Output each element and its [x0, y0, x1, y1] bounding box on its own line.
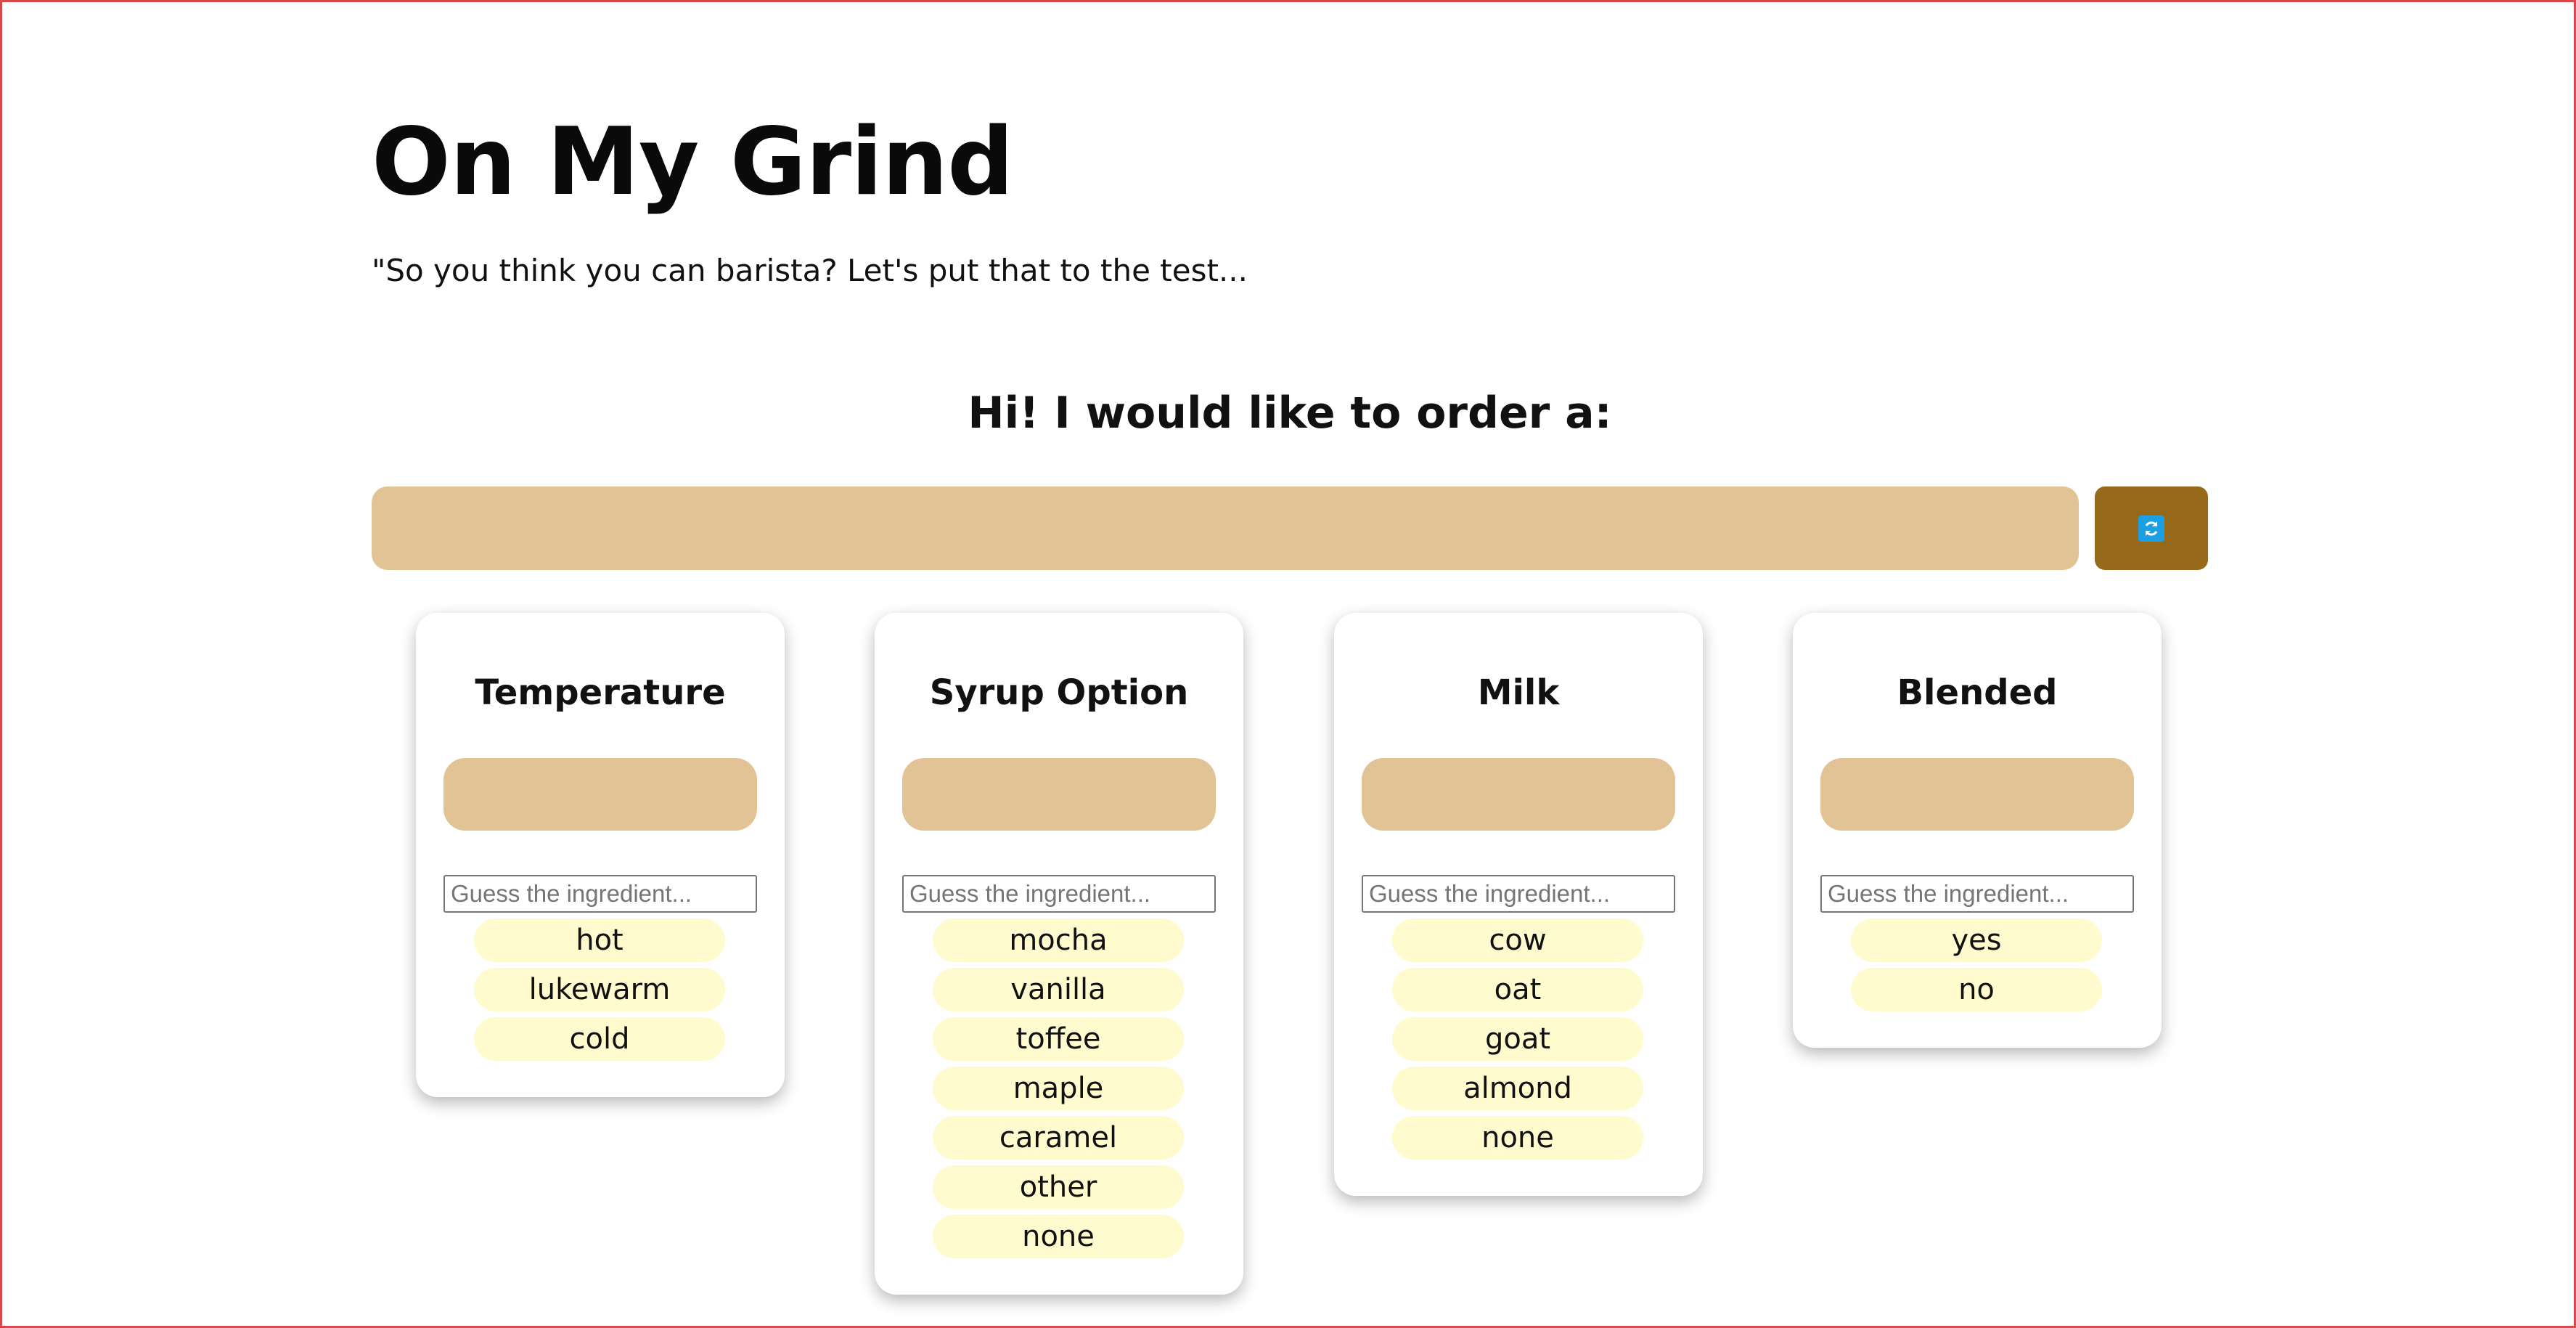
card-temperature: Temperature hot lukewarm cold: [416, 613, 785, 1097]
card-title: Syrup Option: [929, 672, 1189, 713]
option-list: yes no: [1851, 918, 2102, 1017]
order-heading: Hi! I would like to order a:: [968, 388, 1612, 439]
answer-slot: [443, 758, 757, 831]
option-mocha[interactable]: mocha: [933, 918, 1184, 962]
option-hot[interactable]: hot: [474, 918, 725, 962]
option-list: cow oat goat almond none: [1392, 918, 1643, 1165]
card-title: Blended: [1897, 672, 2058, 713]
order-display: [372, 486, 2079, 570]
option-caramel[interactable]: caramel: [933, 1116, 1184, 1160]
page-subtitle: "So you think you can barista? Let's put…: [372, 253, 1248, 288]
guess-input[interactable]: [1820, 875, 2134, 913]
option-none[interactable]: none: [933, 1215, 1184, 1258]
card-blended: Blended yes no: [1793, 613, 2162, 1048]
refresh-button[interactable]: [2095, 486, 2208, 570]
option-goat[interactable]: goat: [1392, 1017, 1643, 1061]
option-other[interactable]: other: [933, 1165, 1184, 1209]
option-list: hot lukewarm cold: [474, 918, 725, 1067]
card-title: Temperature: [475, 672, 726, 713]
option-oat[interactable]: oat: [1392, 968, 1643, 1011]
card-milk: Milk cow oat goat almond none: [1334, 613, 1703, 1196]
page-title: On My Grind: [372, 108, 1014, 216]
card-title: Milk: [1477, 672, 1560, 713]
guess-input[interactable]: [902, 875, 1216, 913]
answer-slot: [1820, 758, 2134, 831]
option-list: mocha vanilla toffee maple caramel other none: [933, 918, 1184, 1264]
option-lukewarm[interactable]: lukewarm: [474, 968, 725, 1011]
order-row: [372, 486, 2208, 570]
refresh-icon: [2138, 516, 2164, 542]
option-none[interactable]: none: [1392, 1116, 1643, 1160]
answer-slot: [1362, 758, 1675, 831]
option-almond[interactable]: almond: [1392, 1067, 1643, 1110]
guess-input[interactable]: [443, 875, 757, 913]
option-maple[interactable]: maple: [933, 1067, 1184, 1110]
option-no[interactable]: no: [1851, 968, 2102, 1011]
option-yes[interactable]: yes: [1851, 918, 2102, 962]
option-toffee[interactable]: toffee: [933, 1017, 1184, 1061]
option-cow[interactable]: cow: [1392, 918, 1643, 962]
option-cold[interactable]: cold: [474, 1017, 725, 1061]
guess-input[interactable]: [1362, 875, 1675, 913]
answer-slot: [902, 758, 1216, 831]
option-vanilla[interactable]: vanilla: [933, 968, 1184, 1011]
card-syrup: Syrup Option mocha vanilla toffee maple caram…: [875, 613, 1243, 1295]
